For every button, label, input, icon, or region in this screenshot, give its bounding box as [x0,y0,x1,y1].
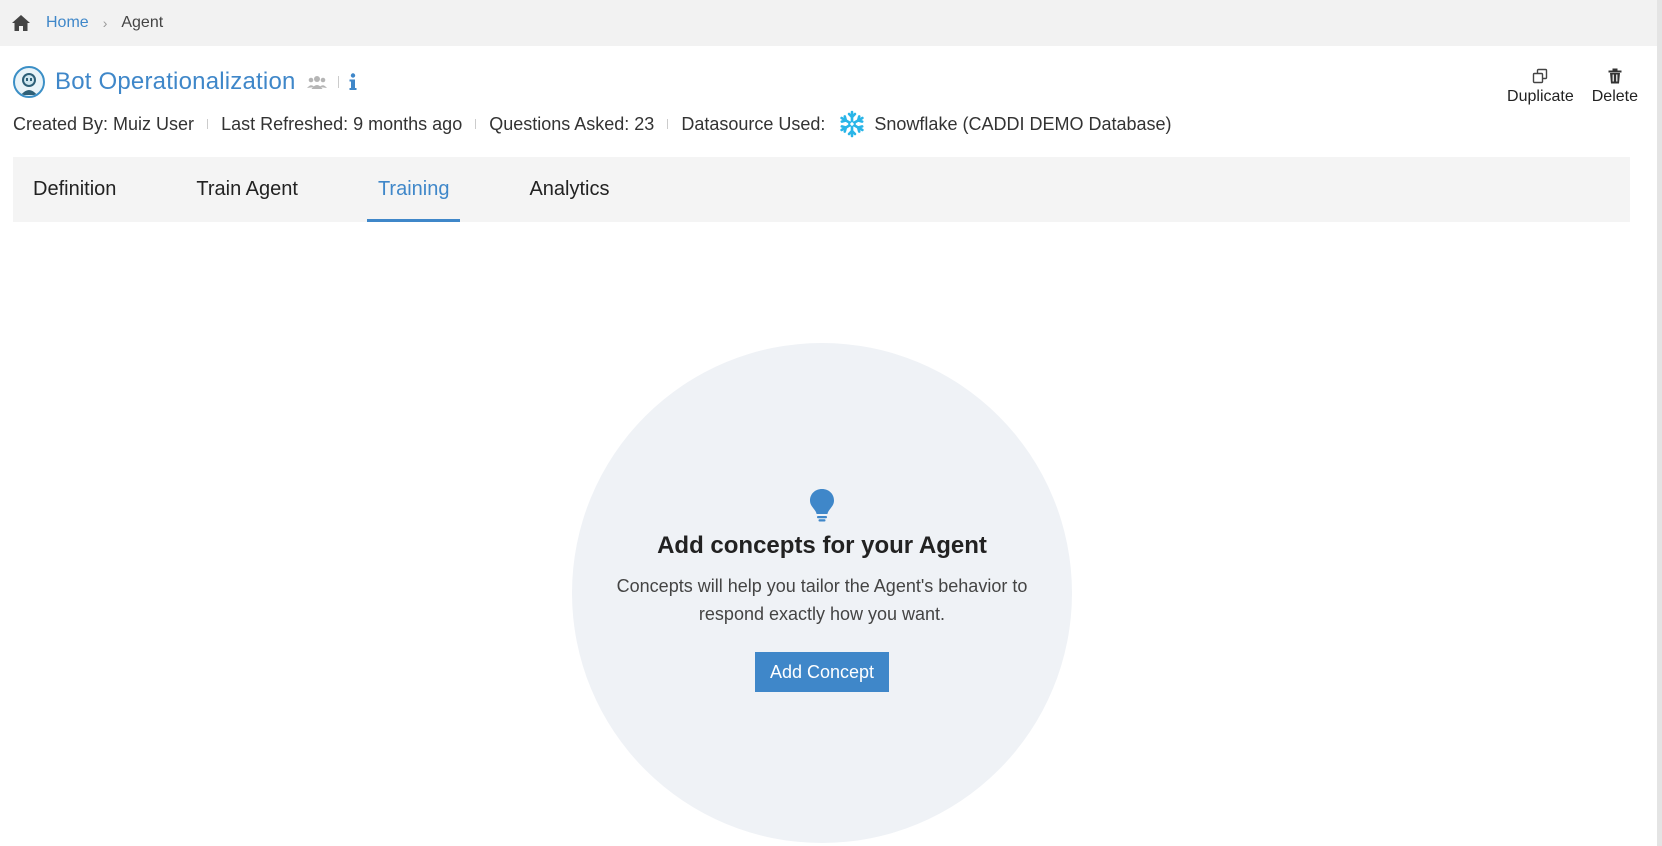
snowflake-icon [838,110,866,138]
tab-analytics[interactable]: Analytics [518,157,620,222]
tab-train-agent[interactable]: Train Agent [185,157,309,222]
created-by: Created By: Muiz User [13,113,195,134]
meta-separator [475,119,477,129]
meta-separator [667,119,669,129]
add-concept-button[interactable]: Add Concept [754,652,890,692]
trash-icon [1608,66,1622,86]
page-title: Bot Operationalization [55,68,296,95]
breadcrumb-separator: › [102,15,108,31]
title-divider [337,76,339,88]
duplicate-label: Duplicate [1507,88,1574,105]
empty-state-description: Concepts will help you tailor the Agent'… [616,576,1028,624]
info-icon[interactable] [349,73,357,91]
breadcrumb-current: Agent [121,14,164,31]
tab-bar: Definition Train Agent Training Analytic… [13,157,1630,222]
duplicate-button[interactable]: Duplicate [1507,66,1574,106]
breadcrumb-home-link[interactable]: Home [46,14,89,32]
home-icon[interactable] [10,13,32,33]
datasource-label: Datasource Used: [681,113,826,134]
header-actions: Duplicate Delete [1507,66,1638,106]
agent-avatar [13,66,45,98]
vertical-scrollbar[interactable] [1657,0,1662,846]
agent-header: Bot Operationalization [13,66,357,98]
duplicate-icon [1532,66,1548,86]
lightbulb-icon [809,488,835,522]
empty-state-title: Add concepts for your Agent [657,532,987,559]
delete-button[interactable]: Delete [1592,66,1638,106]
delete-label: Delete [1591,88,1638,105]
meta-separator [207,119,209,129]
last-refreshed: Last Refreshed: 9 months ago [221,113,463,134]
agent-meta: Created By: Muiz User Last Refreshed: 9 … [13,110,1172,138]
users-icon[interactable] [306,74,328,90]
questions-asked: Questions Asked: 23 [489,113,655,134]
tab-training[interactable]: Training [366,157,461,222]
tab-definition[interactable]: Definition [22,157,127,222]
empty-state: Add concepts for your Agent Concepts wil… [572,488,1072,692]
breadcrumb: Home › Agent [0,0,1657,46]
datasource-name: Snowflake (CADDI DEMO Database) [874,113,1172,134]
